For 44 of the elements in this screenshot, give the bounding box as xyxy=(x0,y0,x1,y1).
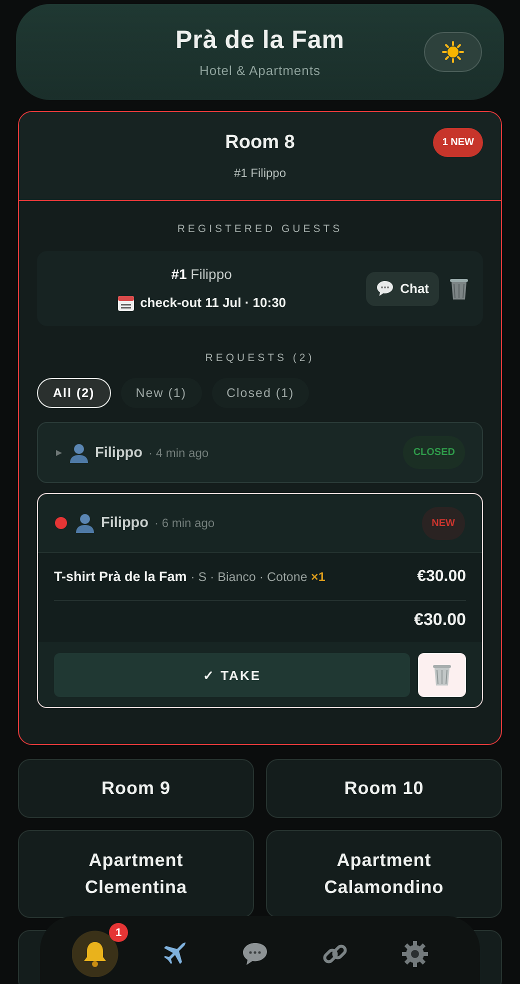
unit-card[interactable]: Room 9 xyxy=(18,759,254,818)
theme-toggle-button[interactable] xyxy=(424,32,482,72)
item-price: €30.00 xyxy=(417,568,466,586)
take-button[interactable]: ✓ TAKE xyxy=(54,653,410,697)
order-item: T-shirt Prà de la Fam · S · Bianco · Cotone ×1 xyxy=(54,569,326,584)
trash-can-icon xyxy=(432,663,452,687)
unit-card[interactable]: Room 10 xyxy=(266,759,502,818)
filter-tab[interactable]: New (1) xyxy=(120,378,202,408)
app-title: Prà de la Fam xyxy=(175,26,345,55)
person-icon xyxy=(75,513,95,533)
guest-name: #1 Filippo xyxy=(171,266,232,282)
filter-tab[interactable]: Closed (1) xyxy=(212,378,310,408)
status-badge: CLOSED xyxy=(403,436,465,469)
request-card[interactable]: Filippo · 4 min ago CLOSED xyxy=(37,422,483,483)
app-subtitle: Hotel & Apartments xyxy=(198,63,322,78)
guest-summary: #1 Filippo xyxy=(234,166,286,180)
speech-bubble-icon xyxy=(241,940,269,968)
room-name: Room 8 xyxy=(225,132,295,154)
new-badge: 1 NEW xyxy=(433,128,483,157)
request-card[interactable]: Filippo · 6 min ago NEW T-shirt Prà de la Fam · S · Bianco · Cotone ×1 €30.00 €30.00 ✓ TAKE xyxy=(37,493,483,708)
request-time: · 6 min ago xyxy=(154,516,215,530)
section-heading: REQUESTS (2) xyxy=(204,352,316,364)
unit-card[interactable]: Apartment Calamondino xyxy=(266,830,502,918)
person-icon xyxy=(69,442,89,462)
request-guest: Filippo xyxy=(95,444,143,460)
order-total: €30.00 xyxy=(414,610,466,630)
settings-icon xyxy=(401,940,429,968)
section-heading: REGISTERED GUESTS xyxy=(176,223,344,235)
speech-bubble-icon xyxy=(376,280,394,297)
notification-badge: 1 xyxy=(109,923,128,942)
checkout-time: check-out 11 Jul · 10:30 xyxy=(140,295,286,310)
status-badge: NEW xyxy=(422,506,465,540)
nav-button[interactable]: 1 xyxy=(72,923,128,977)
trash-can-icon xyxy=(449,276,469,300)
calendar-icon xyxy=(117,294,136,312)
sun-icon xyxy=(442,41,464,63)
delete-button[interactable] xyxy=(449,276,469,300)
request-time: · 4 min ago xyxy=(148,446,209,460)
unit-card[interactable]: Apartment Clementina xyxy=(18,830,254,918)
request-guest: Filippo xyxy=(101,515,149,531)
filter-tab[interactable]: All (2) xyxy=(37,378,111,408)
chat-button[interactable]: Chat xyxy=(366,272,439,306)
caret-icon xyxy=(55,448,63,456)
bell-icon xyxy=(81,940,109,968)
